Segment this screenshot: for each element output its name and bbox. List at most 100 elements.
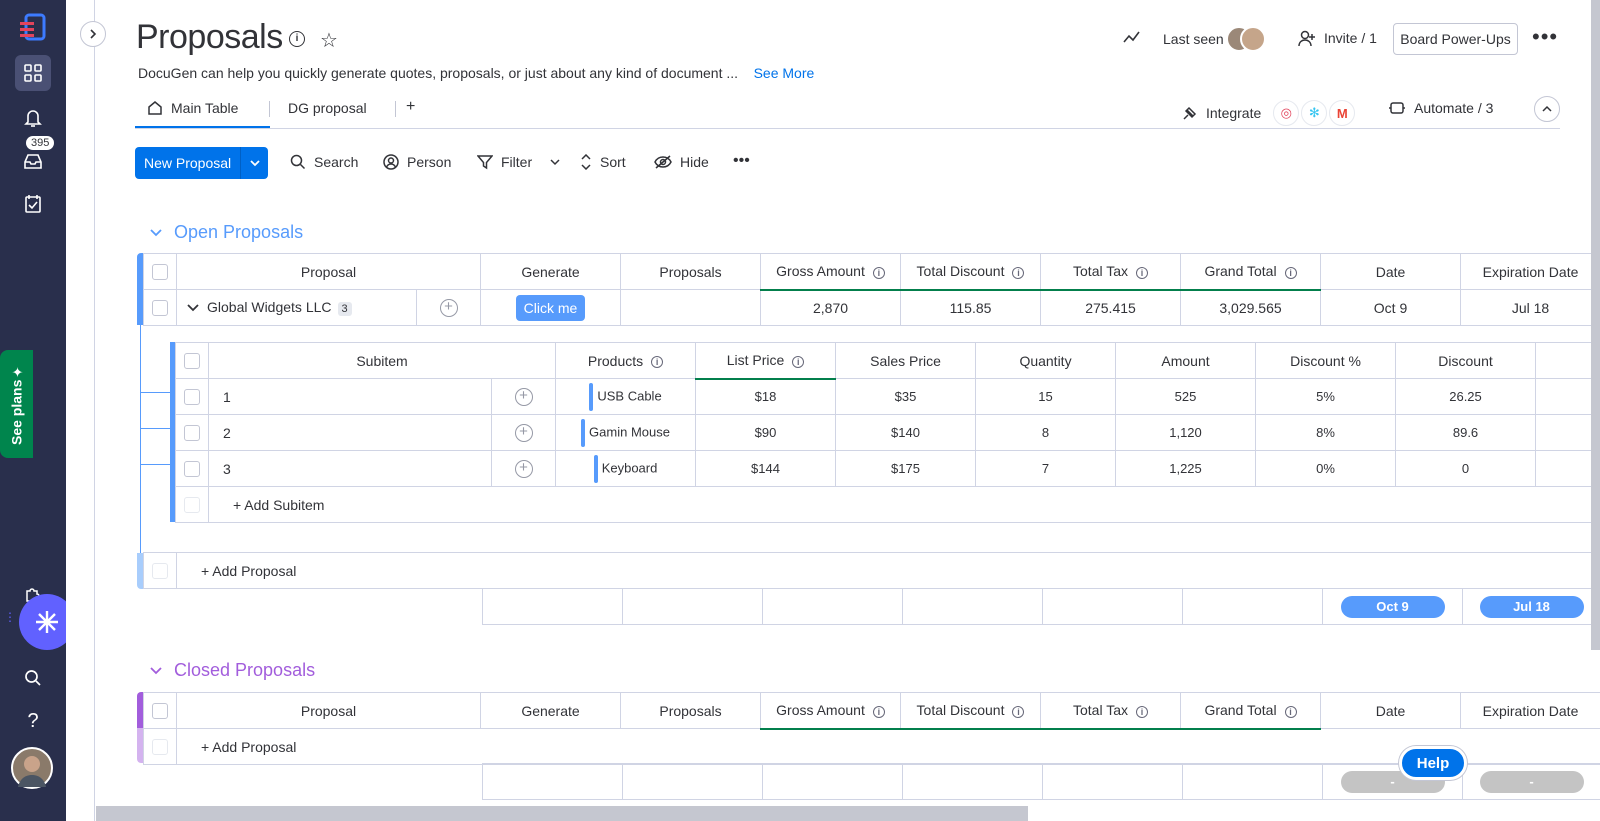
subitem-count-badge[interactable]: 3 — [337, 302, 352, 316]
product-cell[interactable]: Keyboard — [555, 450, 697, 487]
discount-pct-cell[interactable]: 8% — [1255, 414, 1397, 451]
subitem-row[interactable]: 1 + USB Cable $18 $35 15 525 5% 26.25 — [175, 378, 1600, 415]
sales-price-cell[interactable]: $175 — [835, 450, 977, 487]
column-header-amount[interactable]: Amount — [1115, 342, 1257, 379]
column-header-date[interactable]: Date — [1320, 692, 1461, 729]
info-icon[interactable]: i — [1284, 705, 1297, 718]
user-avatar[interactable] — [11, 747, 53, 789]
expiration-date-cell[interactable]: Jul 18 — [1460, 289, 1600, 326]
hide-button[interactable]: Hide — [654, 154, 709, 170]
horizontal-scrollbar[interactable] — [96, 806, 1028, 821]
search-everything-icon[interactable] — [15, 660, 51, 696]
activity-icon[interactable] — [1123, 30, 1141, 49]
sort-button[interactable]: Sort — [580, 154, 626, 170]
add-proposal-row[interactable]: + Add Proposal — [143, 552, 1600, 589]
column-header-proposals[interactable]: Proposals — [620, 253, 762, 290]
invite-button[interactable]: Invite / 1 — [1298, 29, 1377, 47]
quantity-cell[interactable]: 8 — [975, 414, 1117, 451]
see-more-link[interactable]: See More — [754, 65, 815, 81]
subitem-name-cell[interactable]: 2 — [208, 414, 492, 451]
board-info-icon[interactable]: i — [289, 31, 305, 47]
drag-handle-icon[interactable]: ⋮⋮ — [4, 611, 28, 623]
help-button[interactable]: Help — [1399, 746, 1467, 780]
add-subitem-input[interactable]: + Add Subitem — [207, 486, 1600, 523]
quantity-cell[interactable]: 15 — [975, 378, 1117, 415]
info-icon[interactable]: i — [792, 355, 805, 368]
column-header-grand-total[interactable]: Grand Total i — [1180, 692, 1321, 730]
subitem-name-cell[interactable]: 1 — [208, 378, 492, 415]
tab-dg-proposal[interactable]: DG proposal — [288, 100, 367, 116]
column-header-discount-pct[interactable]: Discount % — [1255, 342, 1397, 379]
notifications-bell-icon[interactable] — [15, 100, 51, 136]
column-header-sales-price[interactable]: Sales Price — [835, 342, 977, 379]
item-name-cell[interactable]: Global Widgets LLC 3 — [176, 289, 417, 326]
add-proposal-input[interactable]: + Add Proposal — [176, 728, 1600, 765]
column-header-generate[interactable]: Generate — [480, 253, 622, 290]
sales-price-cell[interactable]: $35 — [835, 378, 977, 415]
column-header-generate[interactable]: Generate — [480, 692, 621, 729]
closed-proposals-group-title[interactable]: Closed Proposals — [150, 660, 315, 681]
tab-main-table[interactable]: Main Table — [147, 100, 238, 116]
my-work-icon[interactable] — [15, 186, 51, 222]
select-all-subitems-checkbox[interactable] — [175, 342, 209, 379]
see-plans-button[interactable]: See plans ✦ — [0, 350, 33, 458]
column-header-date[interactable]: Date — [1320, 253, 1462, 290]
workspace-grid-icon[interactable] — [15, 55, 51, 91]
select-all-checkbox[interactable] — [143, 692, 177, 729]
column-header-list-price[interactable]: List Price i — [695, 342, 837, 380]
column-header-total-tax[interactable]: Total Tax i — [1040, 692, 1181, 730]
column-header-discount[interactable]: Discount — [1395, 342, 1537, 379]
vertical-scrollbar[interactable] — [1591, 0, 1600, 650]
info-icon[interactable]: i — [1136, 705, 1148, 718]
add-update-cell[interactable]: + — [415, 289, 482, 326]
discount-pct-cell[interactable]: 5% — [1255, 378, 1397, 415]
more-options-icon[interactable]: ••• — [1532, 24, 1558, 50]
add-proposal-row[interactable]: + Add Proposal — [143, 728, 1600, 765]
add-update-cell[interactable]: + — [490, 378, 557, 415]
generate-cell[interactable]: Click me — [480, 289, 622, 326]
chevron-down-icon[interactable] — [550, 158, 560, 166]
product-cell[interactable]: Gamin Mouse — [555, 414, 697, 451]
column-header-total-discount[interactable]: Total Discount i — [900, 692, 1041, 730]
column-header-expiration-date[interactable]: Expiration Date — [1460, 692, 1600, 729]
info-icon[interactable]: i — [872, 705, 885, 718]
subitem-name-cell[interactable]: 3 — [208, 450, 492, 487]
column-header-proposal[interactable]: Proposal — [176, 692, 481, 729]
toolbar-more-icon[interactable]: ••• — [733, 152, 750, 170]
column-header-proposal[interactable]: Proposal — [175, 253, 482, 290]
info-icon[interactable]: i — [1012, 266, 1025, 279]
product-cell[interactable]: USB Cable — [555, 378, 697, 415]
info-icon[interactable]: i — [1284, 266, 1297, 279]
add-update-icon[interactable]: + — [514, 424, 533, 442]
add-view-button[interactable]: + — [406, 98, 415, 116]
filter-button[interactable]: Filter — [477, 154, 560, 170]
person-filter-button[interactable]: Person — [383, 154, 451, 170]
expand-panel-button[interactable] — [80, 21, 106, 47]
info-icon[interactable]: i — [651, 355, 664, 368]
discount-pct-cell[interactable]: 0% — [1255, 450, 1397, 487]
column-header-proposals[interactable]: Proposals — [620, 692, 761, 729]
column-header-gross-amount[interactable]: Gross Amount i — [760, 253, 902, 291]
add-update-icon[interactable]: + — [514, 460, 533, 478]
click-me-button[interactable]: Click me — [515, 294, 586, 321]
row-checkbox[interactable] — [175, 450, 209, 487]
quantity-cell[interactable]: 7 — [975, 450, 1117, 487]
open-proposals-group-title[interactable]: Open Proposals — [150, 222, 303, 243]
column-header-expiration-date[interactable]: Expiration Date — [1460, 253, 1600, 290]
help-question-icon[interactable]: ? — [15, 703, 51, 739]
collapse-header-button[interactable] — [1534, 96, 1560, 122]
add-update-icon[interactable]: + — [439, 299, 458, 317]
info-icon[interactable]: i — [1136, 266, 1149, 279]
add-update-cell[interactable]: + — [490, 450, 557, 487]
date-cell[interactable]: Oct 9 — [1320, 289, 1462, 326]
info-icon[interactable]: i — [872, 266, 885, 279]
add-proposal-input[interactable]: + Add Proposal — [176, 552, 1600, 589]
row-checkbox[interactable] — [175, 414, 209, 451]
board-power-ups-button[interactable]: Board Power-Ups — [1393, 23, 1518, 55]
column-header-total-tax[interactable]: Total Tax i — [1040, 253, 1182, 291]
column-header-gross-amount[interactable]: Gross Amount i — [760, 692, 901, 730]
monday-logo-icon[interactable] — [15, 10, 51, 46]
date-summary[interactable]: Oct 9 — [1322, 588, 1463, 625]
row-checkbox[interactable] — [143, 289, 177, 326]
column-header-total-discount[interactable]: Total Discount i — [900, 253, 1042, 291]
